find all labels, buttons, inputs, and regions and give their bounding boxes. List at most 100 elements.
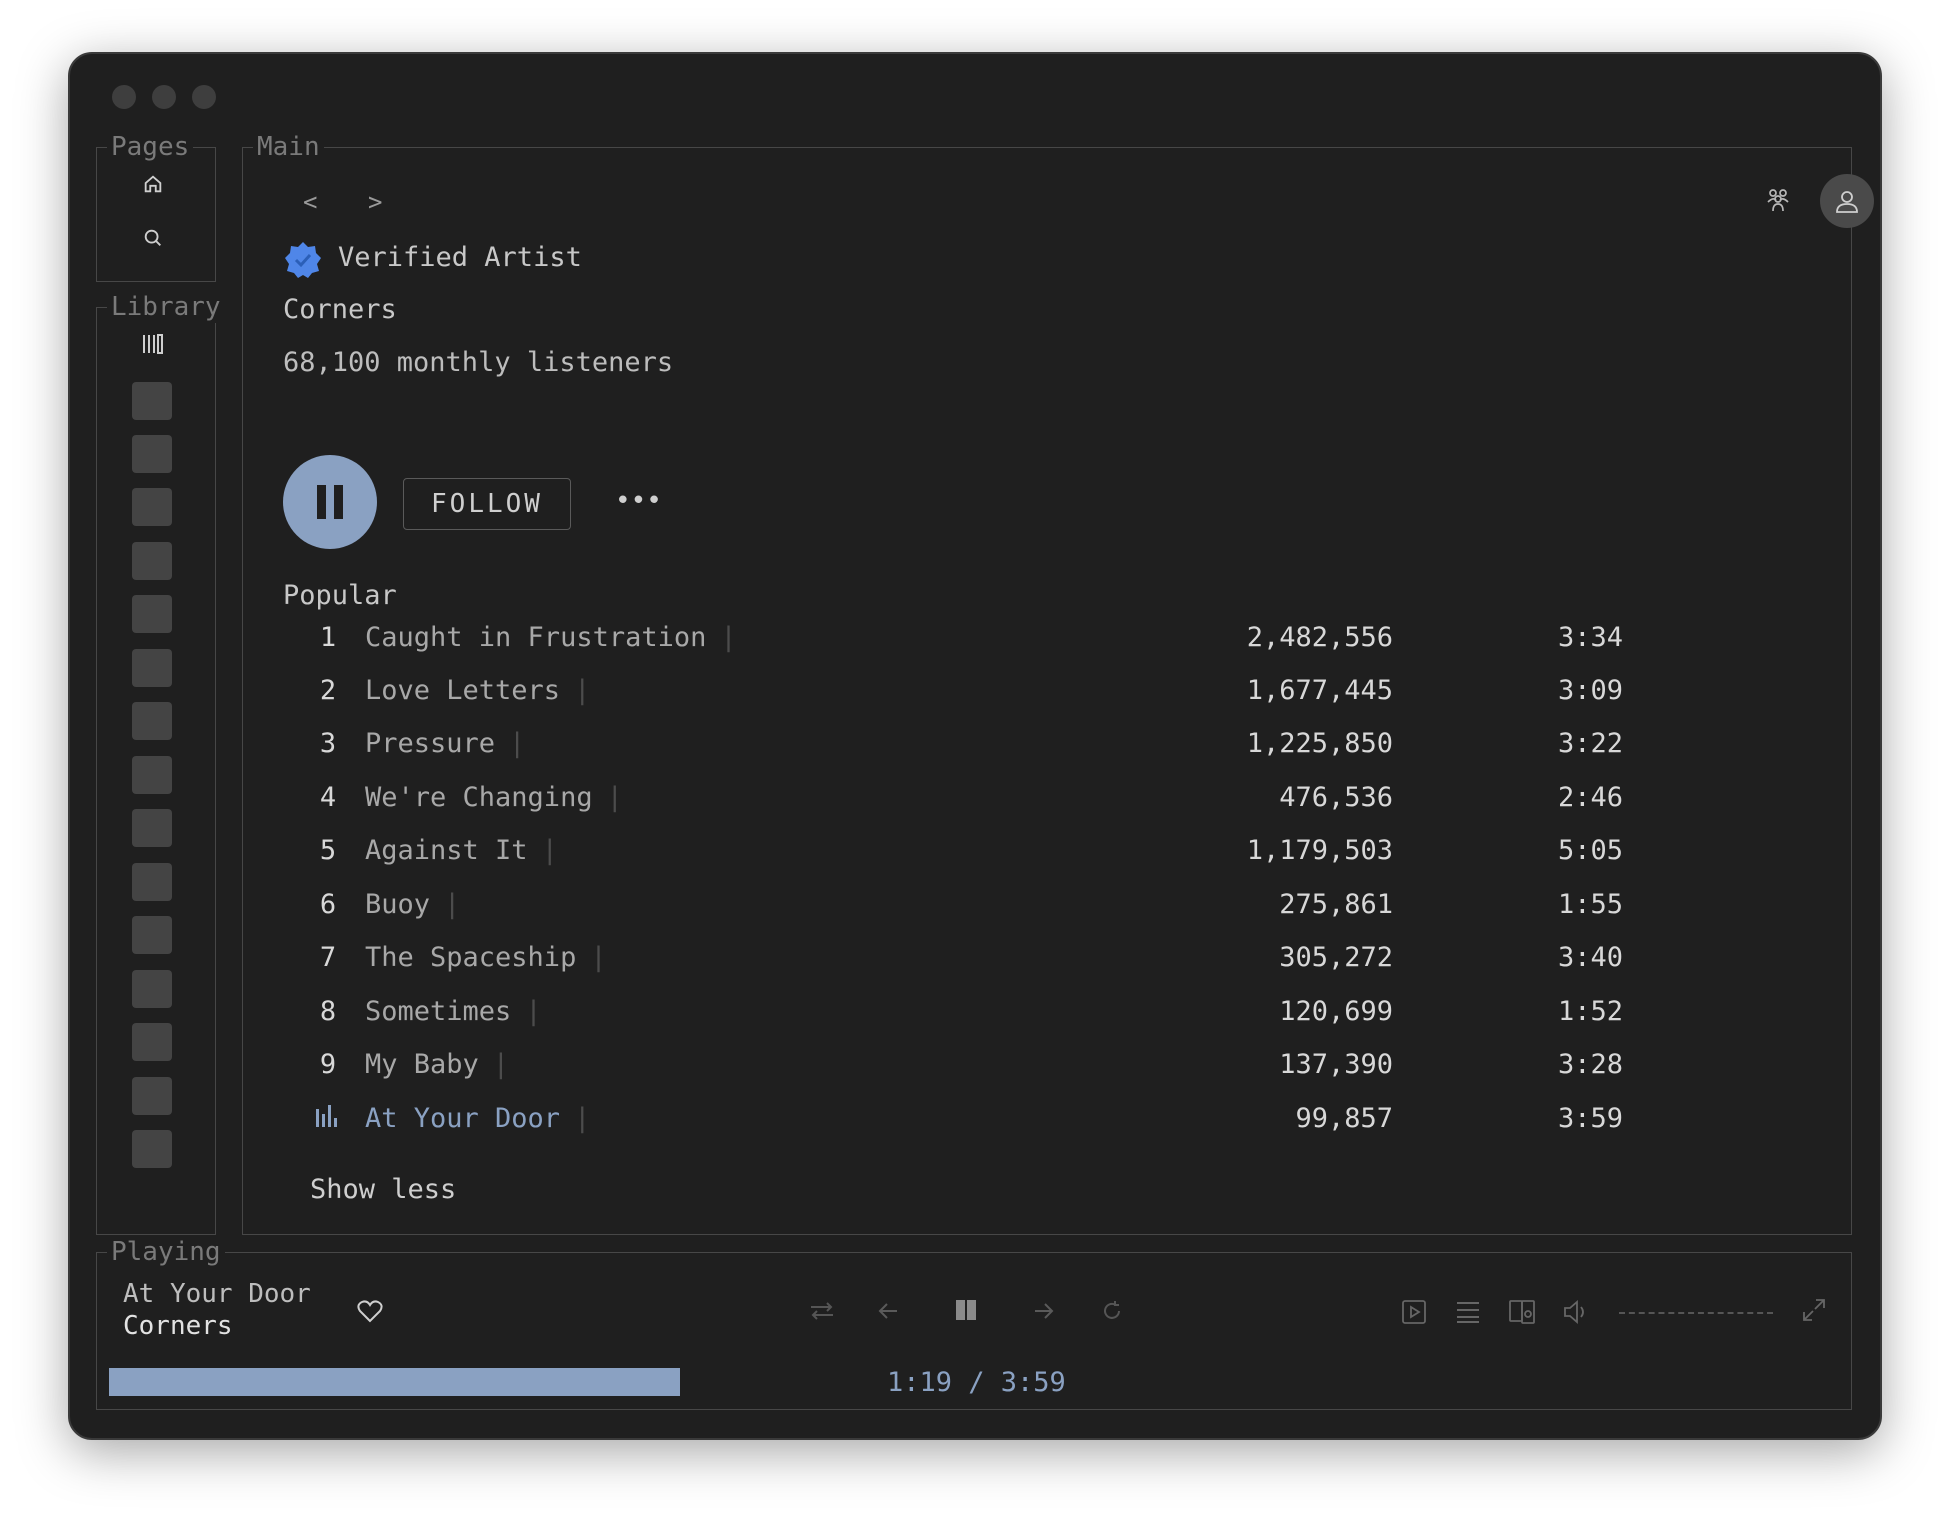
shuffle-icon[interactable] (807, 1297, 837, 1325)
monthly-listeners: 68,100 monthly listeners (283, 347, 674, 378)
playing-legend: Playing (107, 1236, 225, 1268)
friends-icon[interactable] (1763, 184, 1793, 214)
track-duration: 1:55 (1557, 889, 1623, 920)
back-button[interactable]: < (303, 188, 317, 216)
track-title: Buoy | (365, 889, 461, 920)
track-plays: 120,699 (1279, 996, 1393, 1027)
track-title: Love Letters | (365, 675, 591, 706)
track-plays: 275,861 (1279, 889, 1393, 920)
library-item[interactable] (132, 756, 172, 794)
track-plays: 1,179,503 (1246, 835, 1393, 866)
track-title: My Baby | (365, 1049, 510, 1080)
now-playing-view-icon[interactable] (1399, 1297, 1429, 1327)
now-playing-equalizer-icon (313, 1103, 343, 1134)
maximize-window-button[interactable] (192, 85, 216, 109)
track-number: 3 (319, 728, 337, 759)
library-item[interactable] (132, 435, 172, 473)
track-number: 9 (319, 1049, 337, 1080)
track-plays: 305,272 (1279, 942, 1393, 973)
now-playing-title[interactable]: At Your Door (123, 1279, 311, 1309)
track-duration: 3:40 (1557, 942, 1623, 973)
now-playing-artist[interactable]: Corners (123, 1311, 233, 1341)
track-row[interactable]: 9 My Baby | 137,390 3:28 (243, 1049, 1743, 1089)
verified-badge-icon (283, 240, 323, 280)
volume-slider[interactable] (1619, 1312, 1773, 1314)
follow-button[interactable]: FOLLOW (403, 478, 571, 530)
library-item[interactable] (132, 1023, 172, 1061)
minimize-window-button[interactable] (152, 85, 176, 109)
track-row[interactable]: 7 The Spaceship | 305,272 3:40 (243, 942, 1743, 982)
track-number: 6 (319, 889, 337, 920)
track-row[interactable]: 1 Caught in Frustration | 2,482,556 3:34 (243, 622, 1743, 662)
library-icon[interactable] (139, 330, 167, 358)
library-item[interactable] (132, 916, 172, 954)
track-plays: 1,677,445 (1246, 675, 1393, 706)
track-row[interactable]: 4 We're Changing | 476,536 2:46 (243, 782, 1743, 822)
progress-bar[interactable] (109, 1368, 680, 1396)
library-item[interactable] (132, 970, 172, 1008)
track-plays: 476,536 (1279, 782, 1393, 813)
track-row-playing[interactable]: At Your Door | 99,857 3:59 (243, 1103, 1743, 1143)
pages-panel: Pages (96, 131, 216, 282)
track-plays: 1,225,850 (1246, 728, 1393, 759)
track-plays: 2,482,556 (1246, 622, 1393, 653)
library-item[interactable] (132, 649, 172, 687)
track-plays: 99,857 (1295, 1103, 1393, 1134)
library-item[interactable] (132, 809, 172, 847)
repeat-icon[interactable] (1097, 1297, 1127, 1325)
more-options-button[interactable]: ••• (615, 486, 662, 516)
track-title: The Spaceship | (365, 942, 607, 973)
track-duration: 3:22 (1557, 728, 1623, 759)
track-duration: 3:28 (1557, 1049, 1623, 1080)
search-icon[interactable] (139, 224, 167, 252)
main-legend: Main (253, 131, 324, 163)
volume-icon[interactable] (1561, 1297, 1591, 1327)
track-duration: 1:52 (1557, 996, 1623, 1027)
app-window: Pages Library Main < > Verified Artist C… (68, 52, 1882, 1440)
library-item[interactable] (132, 702, 172, 740)
library-item[interactable] (132, 1077, 172, 1115)
library-item[interactable] (132, 488, 172, 526)
queue-icon[interactable] (1453, 1297, 1483, 1327)
track-duration: 5:05 (1557, 835, 1623, 866)
track-duration: 3:09 (1557, 675, 1623, 706)
track-number: 4 (319, 782, 337, 813)
previous-icon[interactable] (873, 1297, 903, 1325)
track-row[interactable]: 2 Love Letters | 1,677,445 3:09 (243, 675, 1743, 715)
next-icon[interactable] (1029, 1297, 1059, 1325)
track-number: 5 (319, 835, 337, 866)
pause-icon (317, 485, 343, 519)
track-duration: 3:34 (1557, 622, 1623, 653)
avatar[interactable] (1820, 174, 1874, 228)
track-title: Caught in Frustration | (365, 622, 737, 653)
track-row[interactable]: 5 Against It | 1,179,503 5:05 (243, 835, 1743, 875)
playing-panel: Playing At Your Door Corners 1:19 / 3:59 (96, 1236, 1852, 1410)
library-item[interactable] (132, 863, 172, 901)
fullscreen-icon[interactable] (1799, 1295, 1829, 1325)
home-icon[interactable] (139, 170, 167, 198)
library-item[interactable] (132, 1130, 172, 1168)
track-title: Sometimes | (365, 996, 542, 1027)
show-less-button[interactable]: Show less (310, 1174, 456, 1205)
library-legend: Library (107, 291, 225, 323)
track-row[interactable]: 8 Sometimes | 120,699 1:52 (243, 996, 1743, 1036)
track-plays: 137,390 (1279, 1049, 1393, 1080)
pages-legend: Pages (107, 131, 194, 163)
play-pause-icon[interactable] (951, 1295, 981, 1325)
close-window-button[interactable] (112, 85, 136, 109)
connect-device-icon[interactable] (1507, 1297, 1537, 1327)
track-number: 8 (319, 996, 337, 1027)
library-item[interactable] (132, 382, 172, 420)
track-row[interactable]: 3 Pressure | 1,225,850 3:22 (243, 728, 1743, 768)
progress-fill (109, 1368, 680, 1396)
verified-label: Verified Artist (338, 242, 582, 273)
track-row[interactable]: 6 Buoy | 275,861 1:55 (243, 889, 1743, 929)
track-number: 7 (319, 942, 337, 973)
library-item[interactable] (132, 542, 172, 580)
library-panel: Library (96, 291, 225, 1235)
library-item[interactable] (132, 595, 172, 633)
track-title: At Your Door | (365, 1103, 591, 1134)
forward-button[interactable]: > (368, 188, 382, 216)
pause-button[interactable] (283, 455, 377, 549)
heart-icon[interactable] (355, 1297, 385, 1325)
